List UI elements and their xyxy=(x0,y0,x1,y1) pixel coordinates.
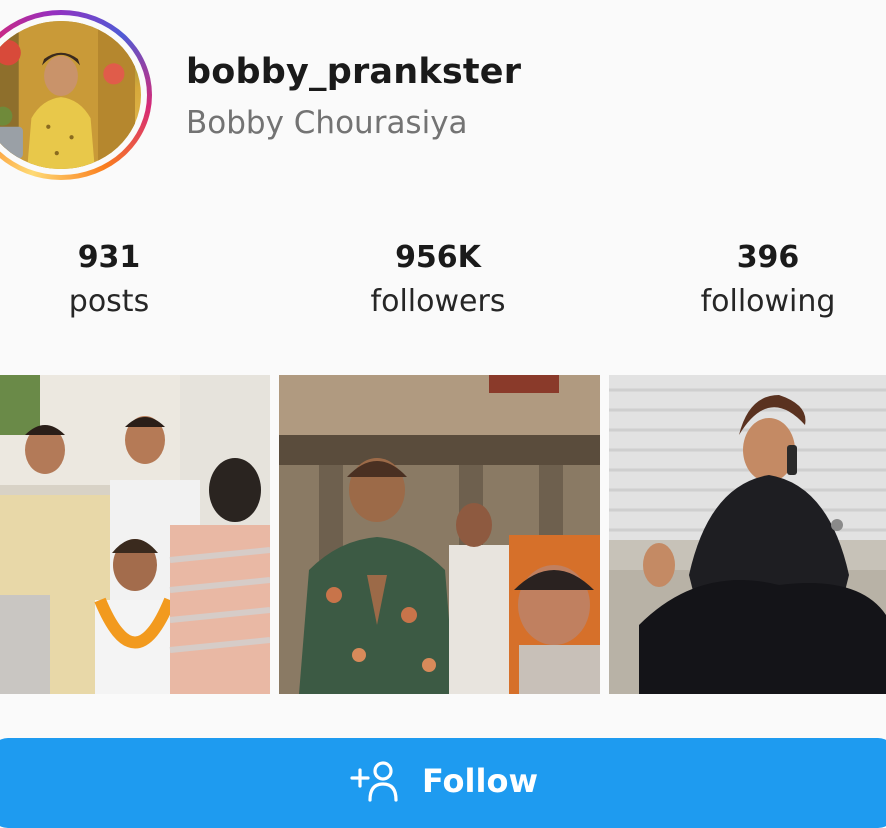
add-user-icon xyxy=(350,761,398,802)
follow-button[interactable]: Follow xyxy=(0,738,886,828)
post-photo xyxy=(0,375,270,694)
stat-value: 931 xyxy=(77,240,141,275)
story-ring[interactable] xyxy=(0,10,152,180)
post-tile-3[interactable] xyxy=(609,375,886,694)
stat-label: posts xyxy=(68,284,150,319)
post-photo xyxy=(279,375,600,694)
follow-button-label: Follow xyxy=(421,762,539,800)
stat-value: 956K xyxy=(395,240,481,275)
post-photo xyxy=(609,375,886,694)
stat-label: followers xyxy=(370,284,506,319)
stat-followers[interactable]: 956K followers xyxy=(318,236,558,324)
username: bobby_prankster xyxy=(186,52,522,92)
stat-following[interactable]: 396 following xyxy=(648,236,886,324)
follow-button-content: Follow xyxy=(348,760,538,802)
post-tile-1[interactable] xyxy=(0,375,270,694)
full-name: Bobby Chourasiya xyxy=(186,105,468,141)
stat-label: following xyxy=(700,284,836,319)
post-tile-2[interactable] xyxy=(279,375,600,694)
stat-value: 396 xyxy=(736,240,800,275)
stat-posts[interactable]: 931 posts xyxy=(0,236,229,324)
